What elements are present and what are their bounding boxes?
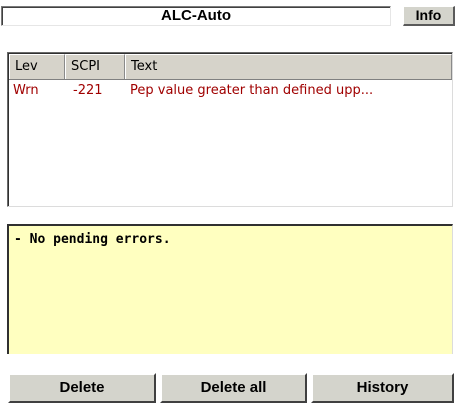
message-text: - No pending errors. xyxy=(14,232,171,247)
table-row[interactable]: Wrn -221 Pep value greater than defined … xyxy=(9,80,452,102)
status-title: ALC-Auto xyxy=(161,7,231,24)
column-header-lev[interactable]: Lev xyxy=(9,54,65,79)
column-header-scpi[interactable]: SCPI xyxy=(65,54,125,79)
cell-error-text: Pep value greater than defined upp... xyxy=(130,83,374,98)
delete-button[interactable]: Delete xyxy=(8,373,156,403)
error-table: Lev SCPI Text Wrn -221 Pep value greater… xyxy=(7,52,453,207)
message-panel: - No pending errors. xyxy=(7,224,453,354)
status-bar: ALC-Auto Info xyxy=(1,6,455,28)
column-header-text[interactable]: Text xyxy=(125,54,452,79)
cell-scpi-code: -221 xyxy=(73,83,103,98)
table-body: Wrn -221 Pep value greater than defined … xyxy=(9,80,452,206)
history-button[interactable]: History xyxy=(311,373,454,403)
cell-level: Wrn xyxy=(13,83,39,98)
table-header: Lev SCPI Text xyxy=(9,54,452,80)
info-button[interactable]: Info xyxy=(403,6,455,26)
delete-all-button[interactable]: Delete all xyxy=(160,373,307,403)
